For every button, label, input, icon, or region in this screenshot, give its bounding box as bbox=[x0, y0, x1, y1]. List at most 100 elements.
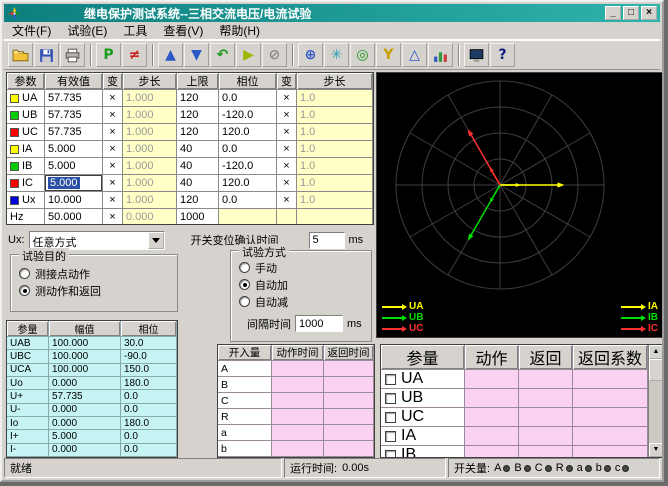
delta-button[interactable]: △ bbox=[402, 43, 427, 67]
vary-toggle[interactable]: × bbox=[277, 175, 297, 192]
close-button[interactable]: × bbox=[641, 6, 657, 20]
limit-cell[interactable]: 40 bbox=[177, 175, 219, 192]
step-cell[interactable]: 1.0 bbox=[297, 107, 373, 124]
scroll-thumb[interactable] bbox=[649, 359, 663, 381]
limit-cell[interactable]: 120 bbox=[177, 107, 219, 124]
step-cell[interactable]: 1.000 bbox=[123, 192, 177, 209]
step-cell[interactable]: 1.0 bbox=[297, 124, 373, 141]
vector-star-button[interactable]: ✳ bbox=[324, 43, 349, 67]
vary-toggle[interactable]: × bbox=[103, 192, 123, 209]
y-vector-button[interactable]: Y bbox=[376, 43, 401, 67]
step-down-button[interactable]: ▼ bbox=[184, 43, 209, 67]
save-button[interactable] bbox=[34, 43, 59, 67]
limit-cell[interactable]: 120 bbox=[177, 124, 219, 141]
p-wave-button[interactable]: P bbox=[96, 43, 121, 67]
phase-cell[interactable]: 120.0 bbox=[219, 124, 277, 141]
mode-option-1[interactable]: 自动加 bbox=[239, 276, 363, 293]
vary-toggle[interactable]: × bbox=[103, 90, 123, 107]
checkbox[interactable] bbox=[385, 431, 396, 442]
mode-option-0[interactable]: 手动 bbox=[239, 259, 363, 276]
limit-cell[interactable]: 40 bbox=[177, 141, 219, 158]
step-cell[interactable]: 1.000 bbox=[123, 107, 177, 124]
phase-cell[interactable] bbox=[219, 209, 277, 225]
value-cell[interactable]: 57.735 bbox=[45, 107, 103, 124]
step-cell[interactable]: 1.000 bbox=[123, 90, 177, 107]
short-circuit-button[interactable]: ≠ bbox=[122, 43, 147, 67]
menu-item-3[interactable]: 查看(V) bbox=[155, 21, 211, 40]
maximize-button[interactable]: □ bbox=[623, 6, 639, 20]
phase-cell[interactable]: -120.0 bbox=[219, 158, 277, 175]
vary-toggle[interactable]: × bbox=[277, 192, 297, 209]
step-cell[interactable]: 1.0 bbox=[297, 175, 373, 192]
menu-item-0[interactable]: 文件(F) bbox=[4, 21, 59, 40]
vary-toggle[interactable]: × bbox=[277, 141, 297, 158]
limit-cell[interactable]: 120 bbox=[177, 192, 219, 209]
limit-cell[interactable]: 40 bbox=[177, 158, 219, 175]
vary-toggle[interactable]: × bbox=[103, 158, 123, 175]
phase-cell[interactable]: 0.0 bbox=[219, 192, 277, 209]
scrollbar[interactable]: ▲ ▼ bbox=[648, 345, 663, 457]
bar-chart-button[interactable] bbox=[428, 43, 453, 67]
step-up-button[interactable]: ▲ bbox=[158, 43, 183, 67]
step-cell[interactable]: 1.000 bbox=[123, 158, 177, 175]
value-cell[interactable]: 5.000 bbox=[45, 175, 103, 192]
step-cell[interactable]: 1.000 bbox=[123, 124, 177, 141]
value-cell[interactable]: 5.000 bbox=[45, 158, 103, 175]
step-cell[interactable] bbox=[297, 209, 373, 225]
checkbox[interactable] bbox=[385, 412, 396, 423]
ux-mode-select[interactable]: 任意方式 bbox=[29, 231, 165, 250]
phase-cell[interactable]: -120.0 bbox=[219, 107, 277, 124]
title-bar[interactable]: 继电保护测试系统--三相交流电压/电流试验 _ □ × bbox=[4, 4, 660, 22]
step-cell[interactable]: 1.000 bbox=[123, 175, 177, 192]
monitor-button[interactable] bbox=[464, 43, 489, 67]
step-cell[interactable]: 1.0 bbox=[297, 90, 373, 107]
vary-toggle[interactable]: × bbox=[103, 209, 123, 225]
checkbox[interactable] bbox=[385, 374, 396, 385]
vary-toggle[interactable]: × bbox=[277, 124, 297, 141]
vary-toggle[interactable]: × bbox=[103, 175, 123, 192]
step-cell[interactable]: 1.0 bbox=[297, 158, 373, 175]
vary-toggle[interactable]: × bbox=[277, 107, 297, 124]
zoom-button[interactable]: ⊕ bbox=[298, 43, 323, 67]
menu-item-4[interactable]: 帮助(H) bbox=[211, 21, 268, 40]
vary-toggle[interactable] bbox=[277, 209, 297, 225]
purpose-option-1[interactable]: 测动作和返回 bbox=[19, 282, 169, 299]
start-button[interactable]: ▶ bbox=[236, 43, 261, 67]
undo-button[interactable]: ↶ bbox=[210, 43, 235, 67]
stop-button[interactable]: ⊘ bbox=[262, 43, 287, 67]
value-cell[interactable]: 57.735 bbox=[45, 124, 103, 141]
step-cell[interactable]: 1.0 bbox=[297, 141, 373, 158]
phase-cell[interactable]: 0.0 bbox=[219, 141, 277, 158]
checkbox[interactable] bbox=[385, 450, 396, 458]
scroll-down-icon[interactable]: ▼ bbox=[649, 443, 663, 457]
vary-toggle[interactable]: × bbox=[103, 107, 123, 124]
phase-cell[interactable]: 0.0 bbox=[219, 90, 277, 107]
step-cell[interactable]: 1.0 bbox=[297, 192, 373, 209]
value-cell[interactable]: 57.735 bbox=[45, 90, 103, 107]
vary-toggle[interactable]: × bbox=[103, 124, 123, 141]
scroll-track[interactable] bbox=[649, 381, 663, 443]
target-button[interactable]: ◎ bbox=[350, 43, 375, 67]
checkbox[interactable] bbox=[385, 393, 396, 404]
vary-toggle[interactable]: × bbox=[277, 158, 297, 175]
dropdown-arrow-icon[interactable] bbox=[148, 232, 164, 249]
open-button[interactable] bbox=[8, 43, 33, 67]
phase-cell[interactable]: 120.0 bbox=[219, 175, 277, 192]
help-button[interactable]: ? bbox=[490, 43, 515, 67]
purpose-option-0[interactable]: 测接点动作 bbox=[19, 265, 169, 282]
step-cell[interactable]: 0.000 bbox=[123, 209, 177, 225]
value-cell[interactable]: 10.000 bbox=[45, 192, 103, 209]
menu-item-2[interactable]: 工具 bbox=[115, 21, 155, 40]
interval-input[interactable]: 1000 bbox=[295, 315, 343, 332]
print-button[interactable] bbox=[60, 43, 85, 67]
menu-item-1[interactable]: 试验(E) bbox=[59, 21, 115, 40]
step-cell[interactable]: 1.000 bbox=[123, 141, 177, 158]
limit-cell[interactable]: 120 bbox=[177, 90, 219, 107]
vary-toggle[interactable]: × bbox=[103, 141, 123, 158]
switch-confirm-input[interactable]: 5 bbox=[309, 232, 345, 249]
vary-toggle[interactable]: × bbox=[277, 90, 297, 107]
scroll-up-icon[interactable]: ▲ bbox=[649, 345, 663, 359]
value-cell[interactable]: 50.000 bbox=[45, 209, 103, 225]
value-cell[interactable]: 5.000 bbox=[45, 141, 103, 158]
limit-cell[interactable]: 1000 bbox=[177, 209, 219, 225]
